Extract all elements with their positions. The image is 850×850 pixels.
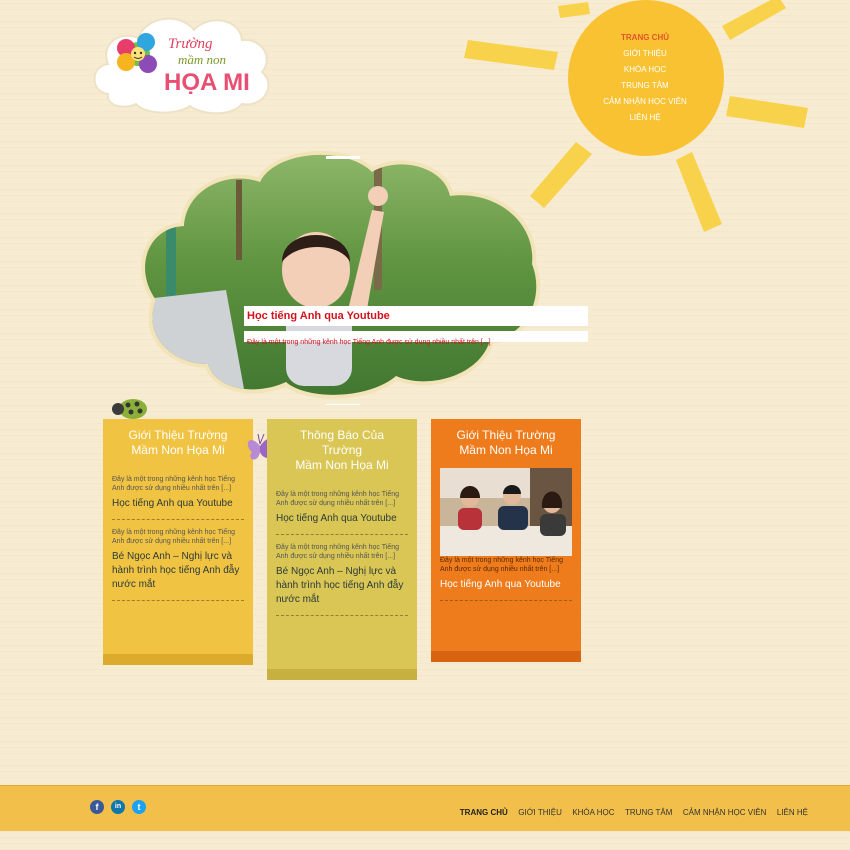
item-excerpt: Đây là một trong những kênh học Tiếng An… xyxy=(276,491,399,507)
column-gioi-thieu: Giới Thiệu Trường Mầm Non Họa Mi Đây là … xyxy=(103,419,253,665)
column-heading: Giới Thiệu Trường Mầm Non Họa Mi xyxy=(456,428,556,457)
item-title-link[interactable]: Học tiếng Anh qua Youtube xyxy=(112,497,244,511)
column-gioi-thieu-photo: Giới Thiệu Trường Mầm Non Họa Mi Đây là … xyxy=(431,419,581,662)
item-excerpt: Đây là một trong những kênh học Tiếng An… xyxy=(112,476,235,492)
ladybug-icon xyxy=(112,399,147,419)
article-thumbnail[interactable] xyxy=(440,468,572,556)
divider xyxy=(276,615,408,616)
footer-nav-khoa-hoc[interactable]: KHÓA HỌC xyxy=(572,808,614,817)
footer-nav-trung-tam[interactable]: TRUNG TÂM xyxy=(625,808,672,817)
nav-item-trang-chu[interactable]: TRANG CHỦ xyxy=(570,30,720,46)
nav-item-khoa-hoc[interactable]: KHÓA HỌC xyxy=(570,62,720,78)
footer-nav: TRANG CHỦ GIỚI THIỆU KHÓA HỌC TRUNG TÂM … xyxy=(454,802,808,820)
nav-item-cam-nhan-hoc-vien[interactable]: CẢM NHẬN HỌC VIÊN xyxy=(570,94,720,110)
footer-nav-gioi-thieu[interactable]: GIỚI THIỆU xyxy=(518,808,562,817)
list-item: Đây là một trong những kênh học Tiếng An… xyxy=(112,528,244,592)
list-item: Đây là một trong những kênh học Tiếng An… xyxy=(276,490,408,526)
nav-item-lien-he[interactable]: LIÊN HỆ xyxy=(570,110,720,126)
divider xyxy=(112,600,244,601)
divider xyxy=(440,600,572,601)
list-item: Đây là một trong những kênh học Tiếng An… xyxy=(440,556,572,592)
linkedin-icon[interactable]: in xyxy=(111,800,125,814)
item-title-link[interactable]: Học tiếng Anh qua Youtube xyxy=(276,512,408,526)
slide-caption-title[interactable]: Học tiếng Anh qua Youtube xyxy=(244,306,588,326)
main-nav: TRANG CHỦ GIỚI THIỆU KHÓA HỌC TRUNG TÂM … xyxy=(570,30,720,126)
nav-item-trung-tam[interactable]: TRUNG TÂM xyxy=(570,78,720,94)
logo-line3: HỌA MI xyxy=(164,69,250,96)
slide-caption-description: Đây là một trong những kênh học Tiếng An… xyxy=(244,331,588,346)
column-heading: Giới Thiệu Trường Mầm Non Họa Mi xyxy=(128,428,228,457)
divider xyxy=(112,519,244,520)
item-excerpt: Đây là một trong những kênh học Tiếng An… xyxy=(440,557,563,573)
slide-title-text[interactable]: Học tiếng Anh qua Youtube xyxy=(244,310,390,322)
item-excerpt: Đây là một trong những kênh học Tiếng An… xyxy=(112,529,235,545)
column-thong-bao: Thông Báo Của Trường Mầm Non Họa Mi Đây … xyxy=(267,419,417,680)
hero-slider[interactable] xyxy=(136,150,556,405)
item-title-link[interactable]: Bé Ngọc Anh – Nghị lực và hành trình học… xyxy=(276,565,408,607)
list-item: Đây là một trong những kênh học Tiếng An… xyxy=(112,475,244,511)
column-heading: Thông Báo Của Trường Mầm Non Họa Mi xyxy=(295,428,389,472)
item-title-link[interactable]: Học tiếng Anh qua Youtube xyxy=(440,578,572,592)
nav-item-gioi-thieu[interactable]: GIỚI THIỆU xyxy=(570,46,720,62)
site-logo[interactable]: Trường mầm non HỌA MI xyxy=(90,8,276,114)
slide-description-text: Đây là một trong những kênh học Tiếng An… xyxy=(247,339,491,346)
column-footer-bar xyxy=(103,654,253,665)
footer-nav-trang-chu[interactable]: TRANG CHỦ xyxy=(460,808,508,817)
footer-nav-lien-he[interactable]: LIÊN HỆ xyxy=(777,808,808,817)
column-footer-bar xyxy=(431,651,581,662)
twitter-icon[interactable]: t xyxy=(132,800,146,814)
logo-line2: mầm non xyxy=(178,52,226,67)
item-excerpt: Đây là một trong những kênh học Tiếng An… xyxy=(276,544,399,560)
slider-prev-arrow[interactable] xyxy=(326,156,360,159)
column-footer-bar xyxy=(267,669,417,680)
divider xyxy=(276,534,408,535)
item-title-link[interactable]: Bé Ngọc Anh – Nghị lực và hành trình học… xyxy=(112,550,244,592)
list-item: Đây là một trong những kênh học Tiếng An… xyxy=(276,543,408,607)
footer-nav-cam-nhan-hoc-vien[interactable]: CẢM NHẬN HỌC VIÊN xyxy=(683,808,767,817)
facebook-icon[interactable]: f xyxy=(90,800,104,814)
logo-line1: Trường xyxy=(168,36,213,52)
slider-next-arrow[interactable] xyxy=(326,404,360,405)
